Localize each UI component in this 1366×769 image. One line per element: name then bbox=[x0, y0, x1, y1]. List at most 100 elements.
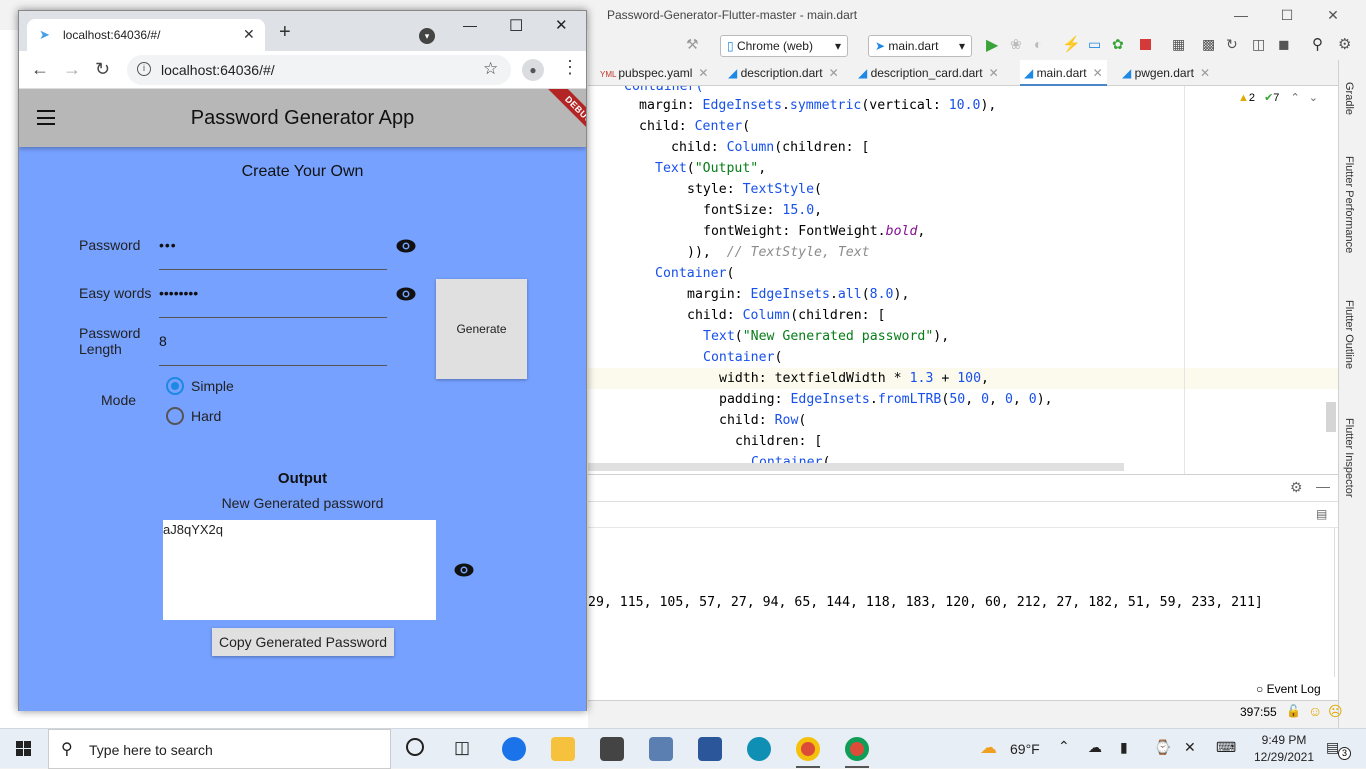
device-select[interactable]: ▯ Chrome (web) ▾ bbox=[720, 35, 848, 57]
tab-main[interactable]: ◢ main.dart ✕ bbox=[1020, 60, 1107, 86]
close-icon[interactable]: ✕ bbox=[989, 66, 999, 80]
url-text[interactable]: localhost:64036/#/ bbox=[161, 62, 275, 78]
browser-tab[interactable]: ➤ localhost:64036/#/ ✕ bbox=[27, 19, 265, 51]
hammer-icon[interactable]: ⚒ bbox=[686, 36, 699, 53]
length-input[interactable]: 8 bbox=[159, 325, 387, 365]
lock-icon[interactable]: 🔓 bbox=[1286, 704, 1301, 718]
search-icon[interactable]: ⚲ bbox=[1312, 35, 1323, 53]
tab-gradle[interactable]: Gradle bbox=[1343, 82, 1355, 115]
layout-icon[interactable]: ▤ bbox=[1316, 507, 1327, 521]
terminal-icon[interactable]: ▩ bbox=[1202, 36, 1215, 53]
tab-pwgen[interactable]: ◢ pwgen.dart ✕ bbox=[1122, 60, 1210, 86]
profile-avatar-icon[interactable]: ● bbox=[522, 59, 544, 81]
sdk-icon[interactable]: ◼ bbox=[1278, 36, 1290, 53]
task-view-icon[interactable]: ◫ bbox=[454, 738, 470, 758]
event-log-button[interactable]: ○ Event Log bbox=[1256, 682, 1321, 696]
windows-start-icon[interactable] bbox=[16, 741, 32, 757]
radio-selected-icon[interactable] bbox=[166, 377, 184, 395]
close-icon[interactable]: ✕ bbox=[698, 66, 708, 80]
tab-flutter-inspector[interactable]: Flutter Inspector bbox=[1343, 418, 1355, 497]
taskbar-search[interactable]: ⚲ Type here to search bbox=[48, 729, 391, 769]
address-bar[interactable]: i localhost:64036/#/ ☆ bbox=[127, 55, 511, 85]
tab-flutter-outline[interactable]: Flutter Outline bbox=[1343, 300, 1355, 369]
easy-words-input[interactable]: •••••••• bbox=[159, 277, 387, 317]
code-token: margin: bbox=[687, 287, 751, 302]
reload-icon[interactable]: ↻ bbox=[95, 59, 110, 80]
weather-temp[interactable]: 69°F bbox=[1010, 741, 1040, 757]
tab-search-icon[interactable]: ▾ bbox=[419, 28, 435, 44]
mode-option-simple[interactable]: Simple bbox=[165, 377, 285, 399]
radio-unselected-icon[interactable] bbox=[166, 407, 184, 425]
wifi-icon[interactable]: ⌚ bbox=[1154, 739, 1171, 756]
close-icon[interactable]: ✕ bbox=[829, 66, 839, 80]
maximize-icon[interactable]: ☐ bbox=[1278, 6, 1296, 24]
clock-date[interactable]: 12/29/2021 bbox=[1250, 750, 1318, 764]
chevron-down-icon[interactable]: ⌄ bbox=[1309, 92, 1318, 104]
frown-icon[interactable]: ☹ bbox=[1328, 703, 1343, 720]
back-icon[interactable]: ← bbox=[31, 59, 49, 80]
chrome-icon[interactable] bbox=[845, 737, 869, 761]
edge-dev-icon[interactable] bbox=[747, 737, 771, 761]
battery-icon[interactable]: ▮ bbox=[1120, 739, 1128, 756]
vertical-scrollbar[interactable] bbox=[1326, 402, 1336, 432]
hide-panel-icon[interactable]: — bbox=[1316, 478, 1330, 494]
generated-password-output[interactable]: aJ8qYX2q bbox=[163, 520, 436, 620]
mode-option-hard[interactable]: Hard bbox=[165, 407, 285, 429]
tab-description-card[interactable]: ◢ description_card.dart ✕ bbox=[858, 60, 999, 86]
network-app-icon[interactable] bbox=[649, 737, 673, 761]
visibility-eye-icon[interactable] bbox=[396, 287, 416, 301]
copy-password-button[interactable]: Copy Generated Password bbox=[212, 628, 394, 656]
info-icon[interactable]: i bbox=[137, 62, 151, 76]
clock-time[interactable]: 9:49 PM bbox=[1254, 733, 1314, 747]
close-icon[interactable]: ✕ bbox=[1093, 66, 1103, 80]
attach-icon[interactable]: ✿ bbox=[1112, 36, 1124, 53]
cursor-position[interactable]: 397:55 bbox=[1240, 705, 1277, 719]
cortana-icon[interactable] bbox=[406, 738, 424, 756]
run-config-select[interactable]: ➤ main.dart ▾ bbox=[868, 35, 972, 57]
chevron-up-icon[interactable]: ⌃ bbox=[1058, 738, 1070, 755]
smile-icon[interactable]: ☺ bbox=[1308, 703, 1322, 719]
hot-reload-icon[interactable]: ⚡ bbox=[1062, 35, 1081, 53]
run-icon[interactable]: ▶ bbox=[986, 35, 998, 55]
tab-description[interactable]: ◢ description.dart ✕ bbox=[728, 60, 839, 86]
stop-icon[interactable] bbox=[1140, 39, 1151, 50]
new-tab-icon[interactable]: + bbox=[279, 21, 291, 44]
profile-icon[interactable]: ◐ bbox=[1034, 36, 1042, 52]
settings-icon[interactable]: ⚙ bbox=[1290, 479, 1303, 496]
generate-button[interactable]: Generate bbox=[436, 279, 527, 379]
device-manager-icon[interactable]: ◫ bbox=[1252, 36, 1265, 53]
more-menu-icon[interactable]: ⋮ bbox=[561, 57, 579, 78]
visibility-eye-icon[interactable] bbox=[454, 563, 474, 577]
minimize-icon[interactable]: — bbox=[463, 17, 477, 33]
word-icon[interactable] bbox=[698, 737, 722, 761]
tab-pubspec[interactable]: YML pubspec.yaml ✕ bbox=[600, 60, 708, 86]
chrome-icon[interactable] bbox=[796, 737, 820, 761]
keyboard-icon[interactable]: ⌨ bbox=[1216, 739, 1236, 756]
password-input[interactable]: ••• bbox=[159, 229, 387, 269]
onedrive-icon[interactable]: ☁ bbox=[1088, 739, 1102, 756]
edge-icon[interactable] bbox=[502, 737, 526, 761]
close-icon[interactable]: ✕ bbox=[1324, 6, 1342, 24]
close-icon[interactable]: ✕ bbox=[555, 16, 568, 34]
weather-icon[interactable]: ☁ bbox=[980, 738, 997, 758]
minimize-icon[interactable]: — bbox=[1232, 6, 1250, 24]
mail-icon[interactable] bbox=[600, 737, 624, 761]
volume-muted-icon[interactable]: ✕ bbox=[1184, 739, 1196, 756]
horizontal-scrollbar[interactable] bbox=[588, 463, 1124, 471]
debug-icon[interactable]: ❀ bbox=[1010, 36, 1022, 53]
visibility-eye-icon[interactable] bbox=[396, 239, 416, 253]
folder-icon[interactable]: ▦ bbox=[1172, 36, 1185, 53]
close-tab-icon[interactable]: ✕ bbox=[243, 26, 255, 43]
forward-icon[interactable]: → bbox=[63, 59, 81, 80]
bookmark-star-icon[interactable]: ☆ bbox=[483, 59, 498, 79]
hot-restart-icon[interactable]: ▭ bbox=[1088, 36, 1101, 53]
tab-flutter-performance[interactable]: Flutter Performance bbox=[1343, 156, 1355, 253]
close-icon[interactable]: ✕ bbox=[1200, 66, 1210, 80]
file-explorer-icon[interactable] bbox=[551, 737, 575, 761]
sync-icon[interactable]: ↻ bbox=[1226, 36, 1238, 53]
settings-icon[interactable]: ⚙ bbox=[1338, 35, 1351, 53]
inspection-widget[interactable]: ▲2 ✔7 ⌃ ⌄ bbox=[1238, 91, 1318, 104]
maximize-icon[interactable]: ☐ bbox=[509, 16, 523, 36]
code-editor[interactable]: ▲2 ✔7 ⌃ ⌄ Container( margin: EdgeInsets.… bbox=[588, 86, 1338, 474]
chevron-up-icon[interactable]: ⌃ bbox=[1290, 92, 1299, 104]
